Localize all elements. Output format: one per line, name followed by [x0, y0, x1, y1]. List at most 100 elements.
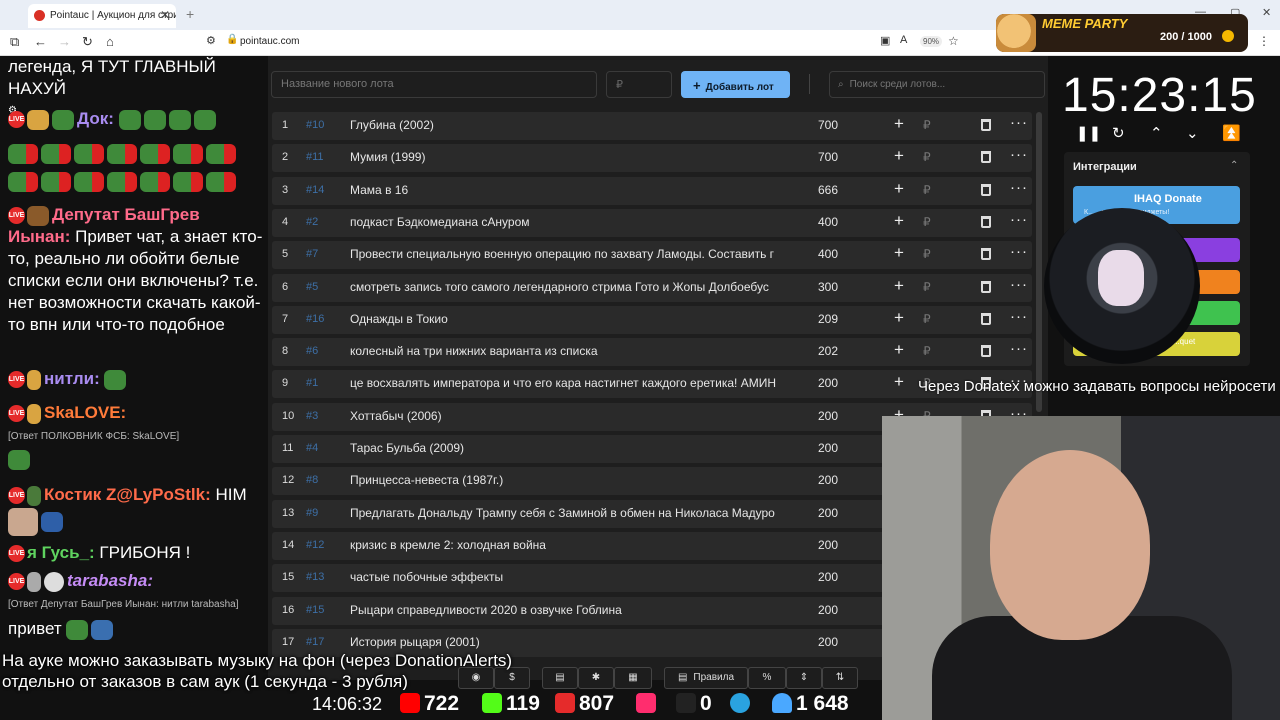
more-icon[interactable]: ··· [1010, 114, 1028, 131]
percent-button[interactable]: % [748, 667, 786, 689]
ruble-icon[interactable]: ₽ [923, 280, 931, 294]
lot-name[interactable]: подкаст Бэдкомедиана сАнуром [350, 215, 792, 229]
ruble-icon[interactable]: ₽ [923, 312, 931, 326]
lot-amount[interactable]: 200 [818, 603, 838, 617]
lot-amount[interactable]: 700 [818, 118, 838, 132]
lot-name[interactable]: частые побочные эффекты [350, 570, 792, 584]
lot-row[interactable]: 6 #5 смотреть запись того самого легендарн… [272, 274, 1032, 302]
new-lot-input[interactable]: Название нового лота [271, 71, 597, 98]
more-icon[interactable]: ··· [1010, 211, 1028, 228]
ruble-icon[interactable]: ₽ [923, 247, 931, 261]
lot-name[interactable]: колесный на три нижних варианта из списк… [350, 344, 792, 358]
lot-name[interactable]: Хоттабыч (2006) [350, 409, 792, 423]
zoom-level[interactable]: 90% [920, 36, 943, 47]
plus-icon[interactable]: + [894, 114, 904, 134]
ruble-icon[interactable]: ₽ [923, 215, 931, 229]
translate-icon[interactable]: A [900, 34, 907, 46]
more-icon[interactable]: ··· [1010, 179, 1028, 196]
install-icon[interactable]: ▣ [880, 34, 890, 47]
lot-row[interactable]: 5 #7 Провести специальную военную операцию… [272, 241, 1032, 269]
plus-icon[interactable]: + [894, 243, 904, 263]
lot-name[interactable]: кризис в кремле 2: холодная война [350, 538, 792, 552]
more-icon[interactable]: ··· [1010, 308, 1028, 325]
plus-icon[interactable]: + [894, 340, 904, 360]
plus-icon[interactable]: + [894, 179, 904, 199]
lot-amount[interactable]: 200 [818, 376, 838, 390]
trash-icon[interactable] [981, 313, 991, 325]
price-input[interactable]: ₽ [606, 71, 672, 98]
rules-button[interactable]: ▤ Правила [664, 667, 748, 689]
forward-icon[interactable]: → [58, 34, 71, 49]
lot-amount[interactable]: 700 [818, 150, 838, 164]
plus-icon[interactable]: + [894, 372, 904, 392]
lot-row[interactable]: 4 #2 подкаст Бэдкомедиана сАнуром 400 + ₽ ··· [272, 209, 1032, 237]
lot-name[interactable]: Однажды в Токио [350, 312, 792, 326]
lot-name[interactable]: Мумия (1999) [350, 150, 792, 164]
more-icon[interactable]: ··· [1010, 146, 1028, 163]
more-icon[interactable]: ··· [1010, 276, 1028, 293]
lot-amount[interactable]: 202 [818, 344, 838, 358]
lot-amount[interactable]: 200 [818, 570, 838, 584]
trash-icon[interactable] [981, 281, 991, 293]
new-tab-icon[interactable]: + [186, 6, 194, 22]
lot-amount[interactable]: 200 [818, 473, 838, 487]
double-up-icon[interactable]: ⏫ [1222, 124, 1241, 142]
plus-icon[interactable]: + [894, 276, 904, 296]
lot-row[interactable]: 1 #10 Глубина (2002) 700 + ₽ ··· [272, 112, 1032, 140]
chevron-up-icon[interactable]: ⌃ [1150, 124, 1163, 142]
lot-name[interactable]: смотреть запись того самого легендарного… [350, 280, 792, 294]
site-info-icon[interactable]: ⚙ [206, 34, 216, 47]
save-button[interactable]: ▤ [542, 667, 578, 689]
lot-name[interactable]: Принцесса-невеста (1987г.) [350, 473, 792, 487]
lot-amount[interactable]: 200 [818, 635, 838, 649]
trash-icon[interactable] [981, 119, 991, 131]
lot-name[interactable]: Провести специальную военную операцию по… [350, 247, 792, 261]
close-tab-icon[interactable]: ✕ [160, 8, 170, 22]
lot-amount[interactable]: 200 [818, 506, 838, 520]
lot-name[interactable]: це восхвалять императора и что его кара … [350, 376, 792, 390]
ruble-icon[interactable]: ₽ [923, 344, 931, 358]
lot-amount[interactable]: 400 [818, 215, 838, 229]
lot-amount[interactable]: 300 [818, 280, 838, 294]
plus-icon[interactable]: + [894, 211, 904, 231]
sort-button[interactable]: ⇅ [822, 667, 858, 689]
address-bar[interactable]: pointauc.com [240, 36, 299, 47]
lot-amount[interactable]: 666 [818, 183, 838, 197]
lot-name[interactable]: Глубина (2002) [350, 118, 792, 132]
lot-amount[interactable]: 200 [818, 441, 838, 455]
trash-icon[interactable] [981, 345, 991, 357]
lot-amount[interactable]: 200 [818, 409, 838, 423]
lot-amount[interactable]: 209 [818, 312, 838, 326]
more-icon[interactable]: ··· [1010, 243, 1028, 260]
back-icon[interactable]: ← [34, 34, 47, 49]
bug-button[interactable]: ✱ [578, 667, 614, 689]
lot-name[interactable]: Предлагать Дональду Трампу себя с Замино… [350, 506, 792, 520]
plus-icon[interactable]: + [894, 146, 904, 166]
lot-amount[interactable]: 400 [818, 247, 838, 261]
menu-icon[interactable]: ⋮ [1258, 34, 1270, 48]
ruble-icon[interactable]: ₽ [923, 118, 931, 132]
lot-row[interactable]: 7 #16 Однажды в Токио 209 + ₽ ··· [272, 306, 1032, 334]
trash-icon[interactable] [981, 184, 991, 196]
ruble-icon[interactable]: ₽ [923, 150, 931, 164]
split-button[interactable]: ⇕ [786, 667, 822, 689]
pause-icon[interactable]: ❚❚ [1076, 124, 1101, 142]
lot-name[interactable]: Мама в 16 [350, 183, 792, 197]
chevron-down-icon[interactable]: ⌄ [1186, 124, 1199, 142]
search-input[interactable]: ⌕ Поиск среди лотов... [829, 71, 1045, 98]
lot-name[interactable]: История рыцаря (2001) [350, 635, 792, 649]
home-icon[interactable]: ⌂ [106, 34, 114, 49]
reload-icon[interactable]: ↻ [82, 34, 93, 50]
lot-amount[interactable]: 200 [818, 538, 838, 552]
plus-icon[interactable]: + [894, 308, 904, 328]
more-icon[interactable]: ··· [1010, 340, 1028, 357]
trash-icon[interactable] [981, 216, 991, 228]
ruble-icon[interactable]: ₽ [923, 183, 931, 197]
sidebar-icon[interactable]: ⧉ [10, 34, 19, 50]
bookmark-star-icon[interactable]: ☆ [948, 34, 959, 48]
scrollbar[interactable] [1036, 112, 1042, 412]
collapse-icon[interactable]: ⌃ [1230, 160, 1238, 171]
lot-name[interactable]: Тарас Бульба (2009) [350, 441, 792, 455]
tab-pointauc[interactable]: Pointauc | Аукцион для стрима ✕ [28, 4, 176, 28]
lot-row[interactable]: 2 #11 Мумия (1999) 700 + ₽ ··· [272, 144, 1032, 172]
